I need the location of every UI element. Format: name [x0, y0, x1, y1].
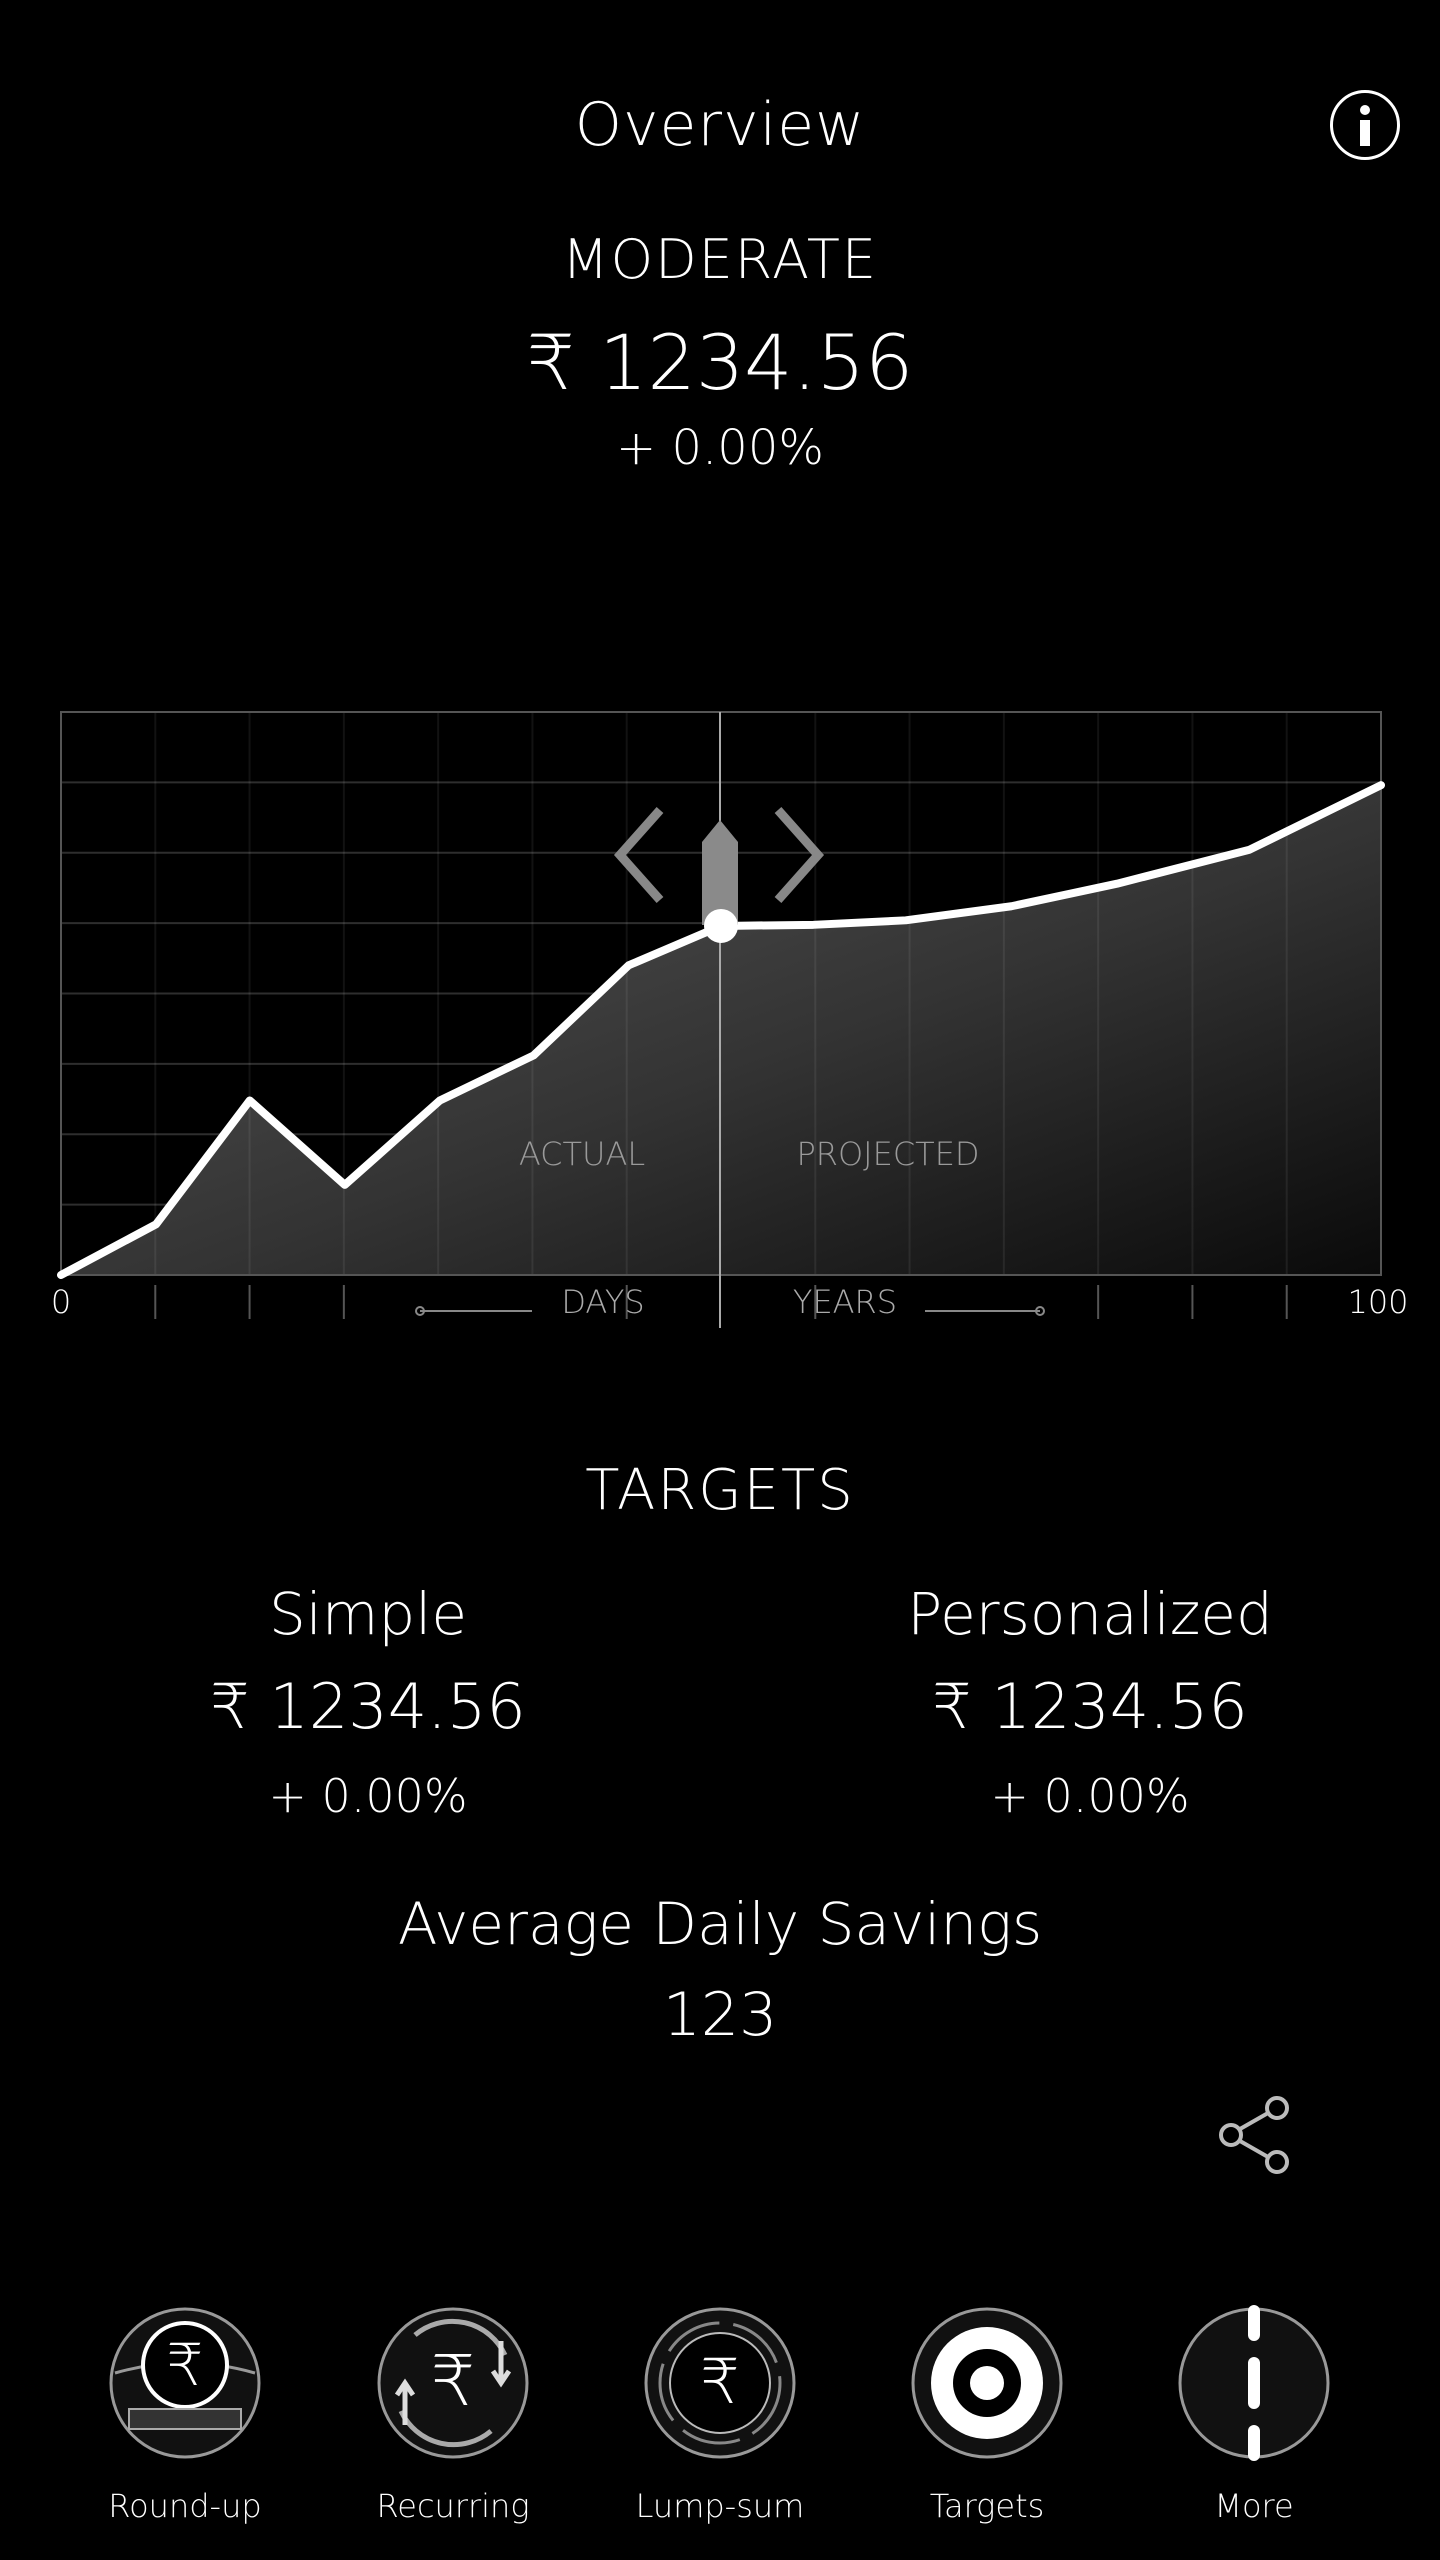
simple-target-name: Simple	[268, 1580, 468, 1648]
nav-recurring[interactable]: ₹ Recurring	[333, 2305, 573, 2525]
chevron-right-icon[interactable]	[774, 807, 825, 903]
info-icon	[1360, 105, 1370, 146]
portfolio-change: + 0.00%	[616, 420, 824, 476]
nav-round-up-label: Round-up	[108, 2487, 262, 2525]
info-button[interactable]	[1330, 90, 1400, 160]
nav-lump-sum-label: Lump-sum	[635, 2487, 805, 2525]
nav-targets-label: Targets	[929, 2487, 1045, 2525]
average-daily-savings-value: 123	[662, 1980, 778, 2050]
simple-target[interactable]: Simple ₹ 1234.56 + 0.00%	[18, 1580, 718, 1823]
svg-text:₹: ₹	[167, 2331, 204, 2399]
days-label: DAYS	[561, 1283, 644, 1321]
nav-more[interactable]: More	[1134, 2305, 1374, 2525]
personalized-target-change: + 0.00%	[990, 1769, 1190, 1823]
lump-sum-icon: ₹	[644, 2307, 796, 2459]
nav-round-up[interactable]: ₹ Round-up	[65, 2305, 305, 2525]
targets-heading: TARGETS	[585, 1458, 855, 1523]
growth-chart[interactable]: ACTUAL PROJECTED 0 100 DAYS YEARS	[0, 680, 1440, 1340]
personalized-target-amount: ₹ 1234.56	[932, 1670, 1248, 1743]
personalized-target[interactable]: Personalized ₹ 1234.56 + 0.00%	[740, 1580, 1440, 1823]
svg-text:₹: ₹	[431, 2340, 476, 2422]
x-tick-start: 0	[51, 1283, 71, 1321]
recurring-icon: ₹	[377, 2307, 529, 2459]
risk-level: MODERATE	[562, 228, 878, 291]
share-icon[interactable]	[1215, 2095, 1295, 2175]
actual-label: ACTUAL	[519, 1135, 645, 1173]
average-daily-savings-label: Average Daily Savings	[397, 1890, 1043, 1958]
scrubber-dot[interactable]	[704, 908, 738, 943]
page-title: Overview	[574, 90, 866, 160]
nav-lump-sum[interactable]: ₹ Lump-sum	[600, 2305, 840, 2525]
nav-recurring-label: Recurring	[376, 2487, 530, 2525]
more-icon	[1178, 2305, 1330, 2461]
portfolio-amount: ₹ 1234.56	[526, 318, 914, 407]
personalized-target-name: Personalized	[907, 1580, 1273, 1648]
nav-more-label: More	[1214, 2487, 1294, 2525]
nav-targets[interactable]: Targets	[867, 2305, 1107, 2525]
projected-label: PROJECTED	[796, 1135, 979, 1173]
simple-target-change: + 0.00%	[268, 1769, 468, 1823]
targets-icon	[911, 2307, 1063, 2459]
svg-text:₹: ₹	[700, 2345, 739, 2418]
x-tick-end: 100	[1347, 1283, 1408, 1321]
simple-target-amount: ₹ 1234.56	[210, 1670, 526, 1743]
years-label: YEARS	[793, 1283, 897, 1321]
round-up-icon: ₹	[109, 2307, 261, 2459]
